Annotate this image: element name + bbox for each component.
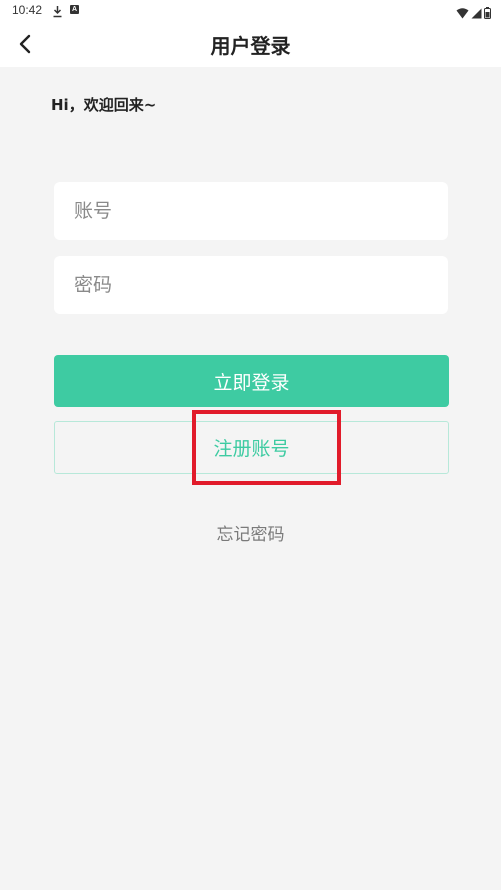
notification-a-icon: A (70, 5, 79, 14)
page-title: 用户登录 (210, 34, 291, 58)
register-button[interactable]: 注册账号 (54, 421, 449, 474)
account-input[interactable] (54, 182, 448, 240)
download-icon (52, 3, 63, 22)
wifi-icon (456, 4, 469, 23)
status-icons (456, 4, 491, 23)
status-bar: 10:42 A (0, 0, 501, 22)
welcome-text: Hi，欢迎回来~ (51, 96, 157, 114)
password-input[interactable] (54, 256, 448, 314)
login-button[interactable]: 立即登录 (54, 355, 449, 407)
signal-icon (471, 4, 482, 23)
status-time: 10:42 (12, 3, 43, 17)
forgot-password-link[interactable]: 忘记密码 (0, 520, 501, 545)
header-bar: 用户登录 (0, 22, 501, 67)
battery-icon (484, 4, 491, 23)
